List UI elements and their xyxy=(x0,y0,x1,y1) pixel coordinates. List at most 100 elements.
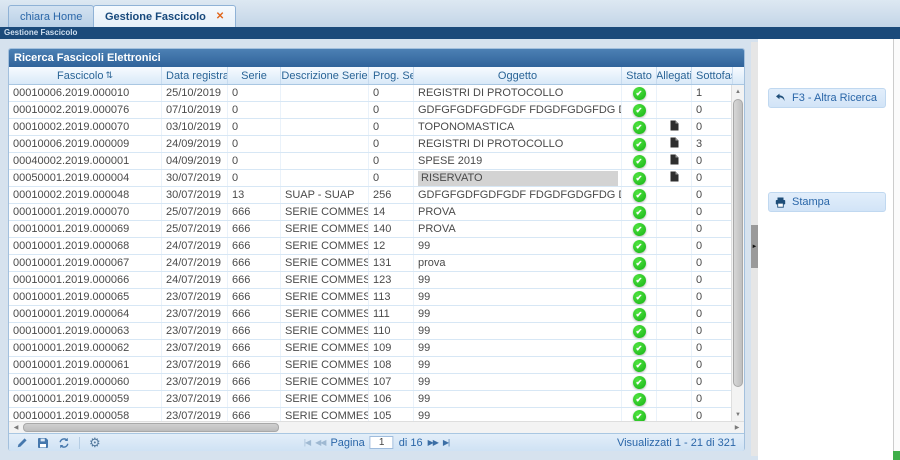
cell-oggetto: 99 xyxy=(414,408,622,421)
table-row[interactable]: 00010001.2019.00005923/07/2019666SERIE C… xyxy=(9,391,733,408)
cell-serie: 666 xyxy=(228,204,281,220)
scroll-right-icon[interactable]: ▶ xyxy=(730,422,744,433)
table-row[interactable]: 00010001.2019.00006123/07/2019666SERIE C… xyxy=(9,357,733,374)
cell-data-registrazione: 24/09/2019 xyxy=(162,136,228,152)
vertical-scroll-thumb[interactable] xyxy=(733,99,743,387)
button-label: Stampa xyxy=(792,196,830,208)
cell-fascicolo: 00010001.2019.000070 xyxy=(9,204,162,220)
next-page-button[interactable]: ▶▶ xyxy=(428,438,438,447)
breadcrumb: Gestione Fascicolo xyxy=(4,28,77,37)
oggetto-text: 99 xyxy=(418,291,621,303)
grid-header-row: Fascicolo⇅Data registrazioneSerieDescriz… xyxy=(9,67,744,85)
table-row[interactable]: 00010001.2019.00006223/07/2019666SERIE C… xyxy=(9,340,733,357)
table-row[interactable]: 00010002.2019.00004830/07/201913SUAP - S… xyxy=(9,187,733,204)
cell-descrizione-serie: SERIE COMMESSE - COM xyxy=(281,306,369,322)
status-ok-icon: ✔ xyxy=(633,257,646,270)
cell-oggetto: 99 xyxy=(414,340,622,356)
tab-label: chiara Home xyxy=(20,11,82,23)
table-row[interactable]: 00010006.2019.00000924/09/201900REGISTRI… xyxy=(9,136,733,153)
table-row[interactable]: 00010006.2019.00001025/10/201900REGISTRI… xyxy=(9,85,733,102)
cell-descrizione-serie: SERIE COMMESSE - COM xyxy=(281,340,369,356)
stampa-button[interactable]: Stampa xyxy=(768,192,886,212)
edit-button[interactable] xyxy=(16,437,28,449)
table-row[interactable]: 00050001.2019.00000430/07/201900RISERVAT… xyxy=(9,170,733,187)
cell-descrizione-serie xyxy=(281,119,369,135)
column-header-sottofascicoli[interactable]: Sottofascicoli xyxy=(692,67,733,84)
pencil-icon xyxy=(16,437,28,449)
panel-header: Ricerca Fascicoli Elettronici xyxy=(9,49,744,67)
oggetto-text: 99 xyxy=(418,359,621,371)
cell-prog-serie: 0 xyxy=(369,153,414,169)
oggetto-text: REGISTRI DI PROTOCOLLO xyxy=(418,87,621,99)
prev-page-button[interactable]: ◀◀ xyxy=(315,438,325,447)
cell-serie: 666 xyxy=(228,391,281,407)
oggetto-text: GDFGFGDFGDFGDF FDGDFGDGFDG DGDFGDFGD SPO… xyxy=(418,104,621,116)
table-row[interactable]: 00010001.2019.00006724/07/2019666SERIE C… xyxy=(9,255,733,272)
horizontal-scrollbar[interactable]: ◀ ▶ xyxy=(9,421,744,433)
column-header-label: Oggetto xyxy=(498,70,537,82)
settings-button[interactable]: ⚙ xyxy=(89,437,101,449)
save-button[interactable] xyxy=(37,437,49,449)
refresh-button[interactable] xyxy=(58,437,70,449)
column-header-serie[interactable]: Serie xyxy=(228,67,281,84)
horizontal-scroll-thumb[interactable] xyxy=(23,423,279,432)
oggetto-text: GDFGFGDFGDFGDF FDGDFGDGFDG DGDFGDFGD SPO… xyxy=(418,189,621,201)
splitter-collapse-handle[interactable]: ► xyxy=(751,225,758,268)
column-header-data-registrazione[interactable]: Data registrazione xyxy=(162,67,228,84)
table-row[interactable]: 00010001.2019.00007025/07/2019666SERIE C… xyxy=(9,204,733,221)
tab-chiara-home[interactable]: chiara Home xyxy=(8,5,94,27)
last-page-button[interactable]: ▶| xyxy=(443,438,449,447)
table-row[interactable]: 00010001.2019.00006023/07/2019666SERIE C… xyxy=(9,374,733,391)
table-row[interactable]: 00010002.2019.00007607/10/201900GDFGFGDF… xyxy=(9,102,733,119)
column-header-label: Descrizione Serie xyxy=(281,70,367,82)
table-row[interactable]: 00010001.2019.00006624/07/2019666SERIE C… xyxy=(9,272,733,289)
column-header-fascicolo[interactable]: Fascicolo⇅ xyxy=(9,67,162,84)
oggetto-text: 99 xyxy=(418,376,621,388)
cell-stato: ✔ xyxy=(622,238,657,254)
column-header-prog-serie[interactable]: Prog. Serie xyxy=(369,67,414,84)
cell-serie: 666 xyxy=(228,340,281,356)
table-row[interactable]: 00010001.2019.00005823/07/2019666SERIE C… xyxy=(9,408,733,421)
cell-prog-serie: 0 xyxy=(369,136,414,152)
first-page-button[interactable]: |◀ xyxy=(304,438,310,447)
cell-data-registrazione: 30/07/2019 xyxy=(162,170,228,186)
cell-fascicolo: 00010001.2019.000063 xyxy=(9,323,162,339)
table-row[interactable]: 00040002.2019.00000104/09/201900SPESE 20… xyxy=(9,153,733,170)
cell-descrizione-serie xyxy=(281,85,369,101)
cell-stato: ✔ xyxy=(622,272,657,288)
cell-stato: ✔ xyxy=(622,221,657,237)
column-header-descrizione-serie[interactable]: Descrizione Serie xyxy=(281,67,369,84)
table-row[interactable]: 00010001.2019.00006423/07/2019666SERIE C… xyxy=(9,306,733,323)
status-ok-icon: ✔ xyxy=(633,308,646,321)
save-icon xyxy=(37,437,49,449)
f3-altra-ricerca-button[interactable]: F3 - Altra Ricerca xyxy=(768,88,886,108)
cell-allegati xyxy=(657,255,692,271)
scroll-down-icon[interactable]: ▼ xyxy=(732,408,744,421)
cell-sottofascicoli: 0 xyxy=(692,119,733,135)
tab-gestione-fascicolo[interactable]: Gestione Fascicolo ✕ xyxy=(93,5,236,27)
scroll-left-icon[interactable]: ◀ xyxy=(9,422,23,433)
column-header-allegati[interactable]: Allegati xyxy=(657,67,692,84)
cell-oggetto: PROVA xyxy=(414,221,622,237)
attachment-icon xyxy=(670,120,679,134)
table-row[interactable]: 00010002.2019.00007003/10/201900TOPONOMA… xyxy=(9,119,733,136)
oggetto-text: 99 xyxy=(418,325,621,337)
status-ok-icon: ✔ xyxy=(633,325,646,338)
cell-oggetto: REGISTRI DI PROTOCOLLO xyxy=(414,85,622,101)
cell-prog-serie: 0 xyxy=(369,119,414,135)
table-row[interactable]: 00010001.2019.00006323/07/2019666SERIE C… xyxy=(9,323,733,340)
panel-splitter[interactable]: ► xyxy=(751,42,758,456)
tab-close-icon[interactable]: ✕ xyxy=(216,11,224,22)
cell-sottofascicoli: 0 xyxy=(692,187,733,203)
table-row[interactable]: 00010001.2019.00006925/07/2019666SERIE C… xyxy=(9,221,733,238)
vertical-scrollbar[interactable]: ▲ ▼ xyxy=(731,85,744,421)
status-ok-icon: ✔ xyxy=(633,206,646,219)
oggetto-text: PROVA xyxy=(418,223,621,235)
page-total-label: di 16 xyxy=(399,437,423,449)
table-row[interactable]: 00010001.2019.00006824/07/2019666SERIE C… xyxy=(9,238,733,255)
column-header-stato[interactable]: Stato xyxy=(622,67,657,84)
table-row[interactable]: 00010001.2019.00006523/07/2019666SERIE C… xyxy=(9,289,733,306)
scroll-up-icon[interactable]: ▲ xyxy=(732,85,744,98)
column-header-oggetto[interactable]: Oggetto xyxy=(414,67,622,84)
page-input[interactable] xyxy=(370,436,394,449)
